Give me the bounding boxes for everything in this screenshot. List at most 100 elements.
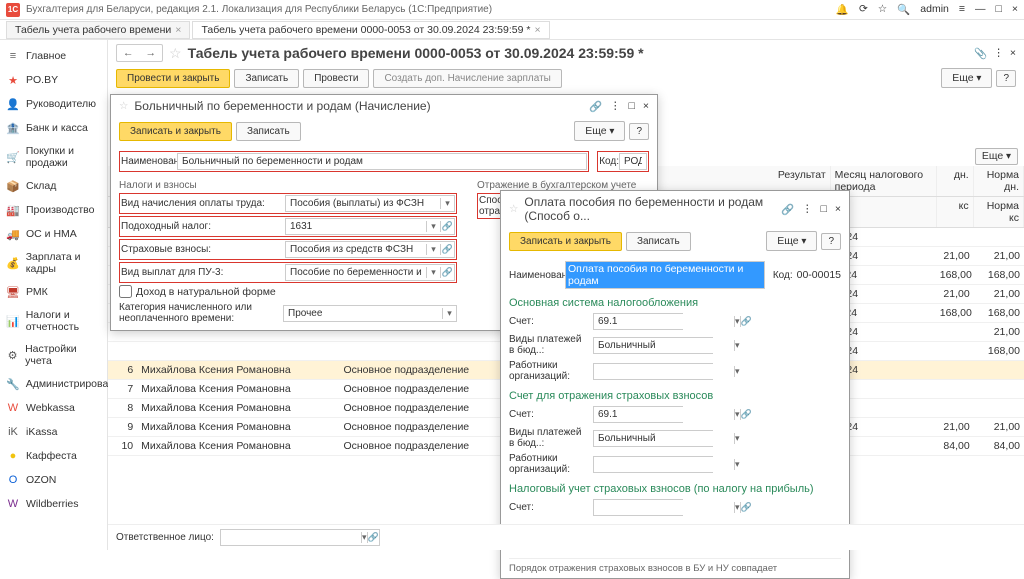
sidebar-item[interactable]: 🖥РМК [0, 280, 107, 304]
search-icon[interactable]: 🔍 [897, 3, 910, 16]
doc-more-icon[interactable]: ⋮ [993, 47, 1004, 60]
f3-input[interactable] [286, 242, 426, 257]
sidebar-item[interactable]: 📦Склад [0, 174, 107, 198]
dropdown-icon[interactable]: ▾ [442, 308, 456, 319]
win1-close-icon[interactable]: × [643, 100, 649, 113]
win1-more-button[interactable]: Еще ▾ [574, 121, 625, 141]
sidebar-item[interactable]: ⚙Настройки учета [0, 338, 107, 372]
win1-save-close-button[interactable]: Записать и закрыть [119, 122, 232, 141]
win2-more-button[interactable]: Еще ▾ [766, 231, 817, 251]
acct3-input[interactable] [594, 500, 734, 515]
menu-icon[interactable]: ≡ [959, 3, 965, 16]
sidebar-item[interactable]: 📊Налоги и отчетность [0, 304, 107, 338]
dropdown-icon[interactable]: ▾ [426, 244, 440, 255]
sidebar-item[interactable]: ●Каффеста [0, 444, 107, 468]
open-icon[interactable]: 🔗 [440, 244, 454, 255]
more-button[interactable]: Еще ▾ [941, 68, 992, 88]
win1-save-button[interactable]: Записать [236, 122, 301, 141]
link-icon[interactable]: 🔗 [781, 203, 794, 216]
open-icon[interactable]: 🔗 [740, 316, 752, 327]
dropdown-icon[interactable]: ▾ [440, 198, 454, 209]
name-input[interactable] [177, 153, 587, 170]
sidebar-item[interactable]: WWildberries [0, 492, 107, 516]
f2-input[interactable] [286, 219, 426, 234]
pay-input[interactable] [594, 338, 734, 353]
win2-max-icon[interactable]: □ [821, 203, 827, 216]
acct-input[interactable] [594, 314, 734, 329]
dropdown-icon[interactable]: ▾ [734, 459, 740, 470]
post-button[interactable]: Провести [303, 69, 369, 88]
win1-star-icon[interactable]: ☆ [119, 100, 128, 112]
sidebar-item[interactable]: 🚚ОС и НМА [0, 222, 107, 246]
favorite-star-icon[interactable]: ☆ [169, 45, 182, 62]
f4-input[interactable] [286, 265, 426, 280]
dropdown-icon[interactable]: ▾ [734, 433, 740, 444]
maximize-icon[interactable]: □ [996, 3, 1002, 16]
pay2-input[interactable] [594, 431, 734, 446]
grid-more-button[interactable]: Еще ▾ [975, 148, 1018, 165]
bell-icon[interactable]: 🔔 [836, 3, 849, 16]
post-close-button[interactable]: Провести и закрыть [116, 69, 230, 88]
w2-name-input[interactable]: Оплата пособия по беременности и родам [566, 262, 764, 288]
minimize-icon[interactable]: — [975, 3, 986, 16]
sidebar-item[interactable]: iKiKassa [0, 420, 107, 444]
org-input[interactable] [594, 364, 734, 379]
doc-close-icon[interactable]: × [1010, 47, 1016, 60]
win2-close-icon[interactable]: × [835, 203, 841, 216]
sidebar-label: Wildberries [26, 498, 79, 510]
win1-max-icon[interactable]: □ [629, 100, 635, 113]
dropdown-icon[interactable]: ▾ [426, 221, 440, 232]
org2-input[interactable] [594, 457, 734, 472]
sidebar-label: iKassa [26, 426, 58, 438]
save-button[interactable]: Записать [234, 69, 299, 88]
open-icon[interactable]: 🔗 [740, 409, 752, 420]
open-icon[interactable]: 🔗 [740, 502, 752, 513]
open-icon[interactable]: 🔗 [367, 532, 379, 543]
sidebar-item[interactable]: ★PO.BY [0, 68, 107, 92]
sidebar-item[interactable]: OOZON [0, 468, 107, 492]
user-label[interactable]: admin [920, 3, 949, 16]
doc-header: ← → ☆ Табель учета рабочего времени 0000… [108, 40, 1024, 66]
sidebar-item[interactable]: 🛒Покупки и продажи [0, 140, 107, 174]
tab-1[interactable]: Табель учета рабочего времени× [6, 21, 190, 39]
sidebar-item[interactable]: WWebkassa [0, 396, 107, 420]
f5-input[interactable] [284, 306, 442, 321]
history-icon[interactable]: ⟳ [859, 3, 868, 16]
sidebar-item[interactable]: 🔧Администрирование [0, 372, 107, 396]
nav-fwd-icon[interactable]: → [140, 45, 163, 61]
responsible-input[interactable] [221, 530, 361, 545]
tab-close-icon[interactable]: × [175, 24, 181, 36]
dropdown-icon[interactable]: ▾ [734, 366, 740, 377]
sidebar-item[interactable]: ≡Главное [0, 44, 107, 68]
code-input[interactable] [619, 153, 647, 170]
help-button[interactable]: ? [996, 70, 1016, 87]
nav-back-icon[interactable]: ← [117, 45, 140, 61]
acct2-input[interactable] [594, 407, 734, 422]
dropdown-icon[interactable]: ▾ [426, 267, 440, 278]
create-extra-button[interactable]: Создать доп. Начисление зарплаты [373, 69, 561, 88]
tab-2[interactable]: Табель учета рабочего времени 0000-0053 … [192, 21, 549, 39]
win2-star-icon[interactable]: ☆ [509, 203, 518, 215]
tab-close-icon[interactable]: × [534, 24, 540, 36]
f1-input[interactable] [286, 196, 440, 211]
win2-save-close-button[interactable]: Записать и закрыть [509, 232, 622, 251]
sidebar-label: ОС и НМА [26, 228, 77, 240]
close-icon[interactable]: × [1012, 3, 1018, 16]
sidebar-item[interactable]: 🏦Банк и касса [0, 116, 107, 140]
open-icon[interactable]: 🔗 [440, 221, 454, 232]
link-icon[interactable]: 🔗 [589, 100, 602, 113]
sidebar-item[interactable]: 🏭Производство [0, 198, 107, 222]
attach-icon[interactable]: 📎 [974, 47, 987, 60]
sidebar-item[interactable]: 💰Зарплата и кадры [0, 246, 107, 280]
sidebar-item[interactable]: 👤Руководителю [0, 92, 107, 116]
star-icon[interactable]: ☆ [878, 3, 887, 16]
dropdown-icon[interactable]: ▾ [734, 340, 740, 351]
sidebar-label: Производство [26, 204, 94, 216]
win1-help-button[interactable]: ? [629, 123, 649, 140]
win2-more-icon[interactable]: ⋮ [802, 203, 813, 216]
natural-income-checkbox[interactable] [119, 285, 132, 298]
win1-more-icon[interactable]: ⋮ [610, 100, 621, 113]
win2-save-button[interactable]: Записать [626, 232, 691, 251]
open-icon[interactable]: 🔗 [440, 267, 454, 278]
win2-help-button[interactable]: ? [821, 233, 841, 250]
